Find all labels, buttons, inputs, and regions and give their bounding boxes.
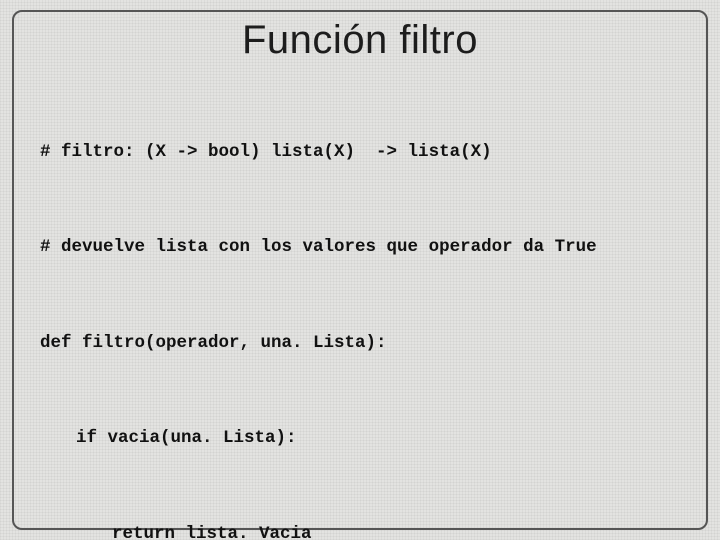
code-line: def filtro(operador, una. Lista): <box>40 328 680 360</box>
code-line: # filtro: (X -> bool) lista(X) -> lista(… <box>40 137 680 169</box>
slide-title: Función filtro <box>40 18 680 63</box>
code-line: return lista. Vacia <box>40 519 680 540</box>
code-line: # devuelve lista con los valores que ope… <box>40 232 680 264</box>
code-block: # filtro: (X -> bool) lista(X) -> lista(… <box>40 73 680 540</box>
code-line: if vacia(una. Lista): <box>40 423 680 455</box>
slide-frame: Función filtro # filtro: (X -> bool) lis… <box>12 10 708 530</box>
